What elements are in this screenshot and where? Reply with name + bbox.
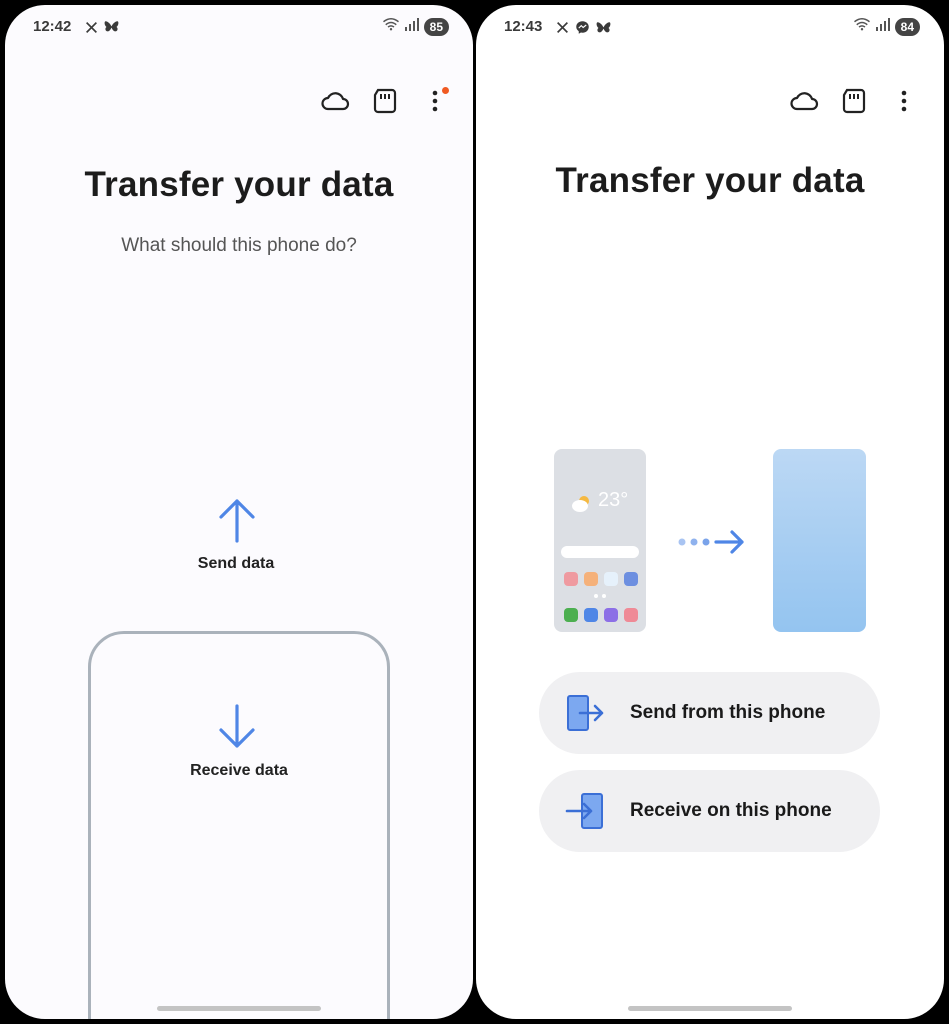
transfer-arrow-icon	[676, 529, 746, 560]
transfer-illustration: 23°	[554, 449, 866, 633]
more-vert-icon	[432, 90, 438, 117]
app-row-bottom	[564, 608, 638, 622]
wifi-icon	[853, 17, 871, 36]
page-title: Transfer your data	[84, 165, 394, 204]
more-options-button[interactable]	[419, 87, 451, 119]
more-options-button[interactable]	[888, 87, 920, 119]
status-time: 12:42	[33, 18, 72, 35]
messenger-icon	[575, 20, 590, 40]
receive-data-label: Receive data	[190, 762, 288, 779]
sd-card-button[interactable]	[369, 87, 401, 119]
receive-data-option[interactable]: Receive data	[88, 631, 390, 1019]
page-title: Transfer your data	[555, 161, 865, 200]
x-icon	[556, 21, 569, 39]
send-phone-icon	[564, 694, 608, 732]
butterfly-icon	[596, 21, 611, 40]
sd-card-icon	[373, 88, 397, 119]
cloud-icon	[789, 90, 819, 117]
left-screen: 12:42 85 Transfer your data What should …	[5, 5, 473, 1019]
arrow-down-icon	[218, 704, 256, 755]
weather-temperature: 23°	[598, 489, 629, 511]
app-row-top	[564, 572, 638, 586]
send-data-label: Send data	[197, 555, 275, 572]
home-indicator[interactable]	[628, 1006, 792, 1011]
butterfly-icon	[104, 20, 119, 39]
source-phone-graphic: 23°	[554, 449, 646, 632]
x-icon	[85, 21, 98, 39]
battery-indicator: 84	[894, 17, 920, 36]
sd-card-icon	[842, 88, 866, 119]
home-indicator[interactable]	[157, 1006, 321, 1011]
weather-icon	[570, 493, 594, 518]
send-data-option[interactable]: Send data	[88, 485, 384, 585]
sd-card-button[interactable]	[838, 87, 870, 119]
signal-icon	[875, 17, 890, 36]
cloud-button[interactable]	[788, 87, 820, 119]
status-bar: 12:43 84	[476, 17, 944, 39]
receive-phone-icon	[564, 792, 608, 830]
more-vert-icon	[901, 90, 907, 117]
right-screen: 12:43 84 Transfer your data 23° Send fro…	[476, 5, 944, 1019]
target-phone-graphic	[773, 449, 866, 632]
arrow-up-icon	[218, 497, 256, 548]
status-bar: 12:42 85	[5, 17, 473, 39]
status-time: 12:43	[504, 18, 543, 35]
cloud-button[interactable]	[319, 87, 351, 119]
battery-indicator: 85	[423, 17, 449, 36]
wifi-icon	[382, 17, 400, 36]
signal-icon	[404, 17, 419, 36]
notification-dot	[442, 87, 449, 94]
page-dots	[594, 594, 606, 598]
send-from-this-phone-button[interactable]: Send from this phone	[539, 672, 880, 754]
search-bar-graphic	[561, 546, 639, 558]
receive-on-this-phone-label: Receive on this phone	[630, 800, 832, 821]
cloud-icon	[320, 90, 350, 117]
page-subtitle: What should this phone do?	[121, 235, 357, 256]
receive-on-this-phone-button[interactable]: Receive on this phone	[539, 770, 880, 852]
send-from-this-phone-label: Send from this phone	[630, 702, 826, 723]
